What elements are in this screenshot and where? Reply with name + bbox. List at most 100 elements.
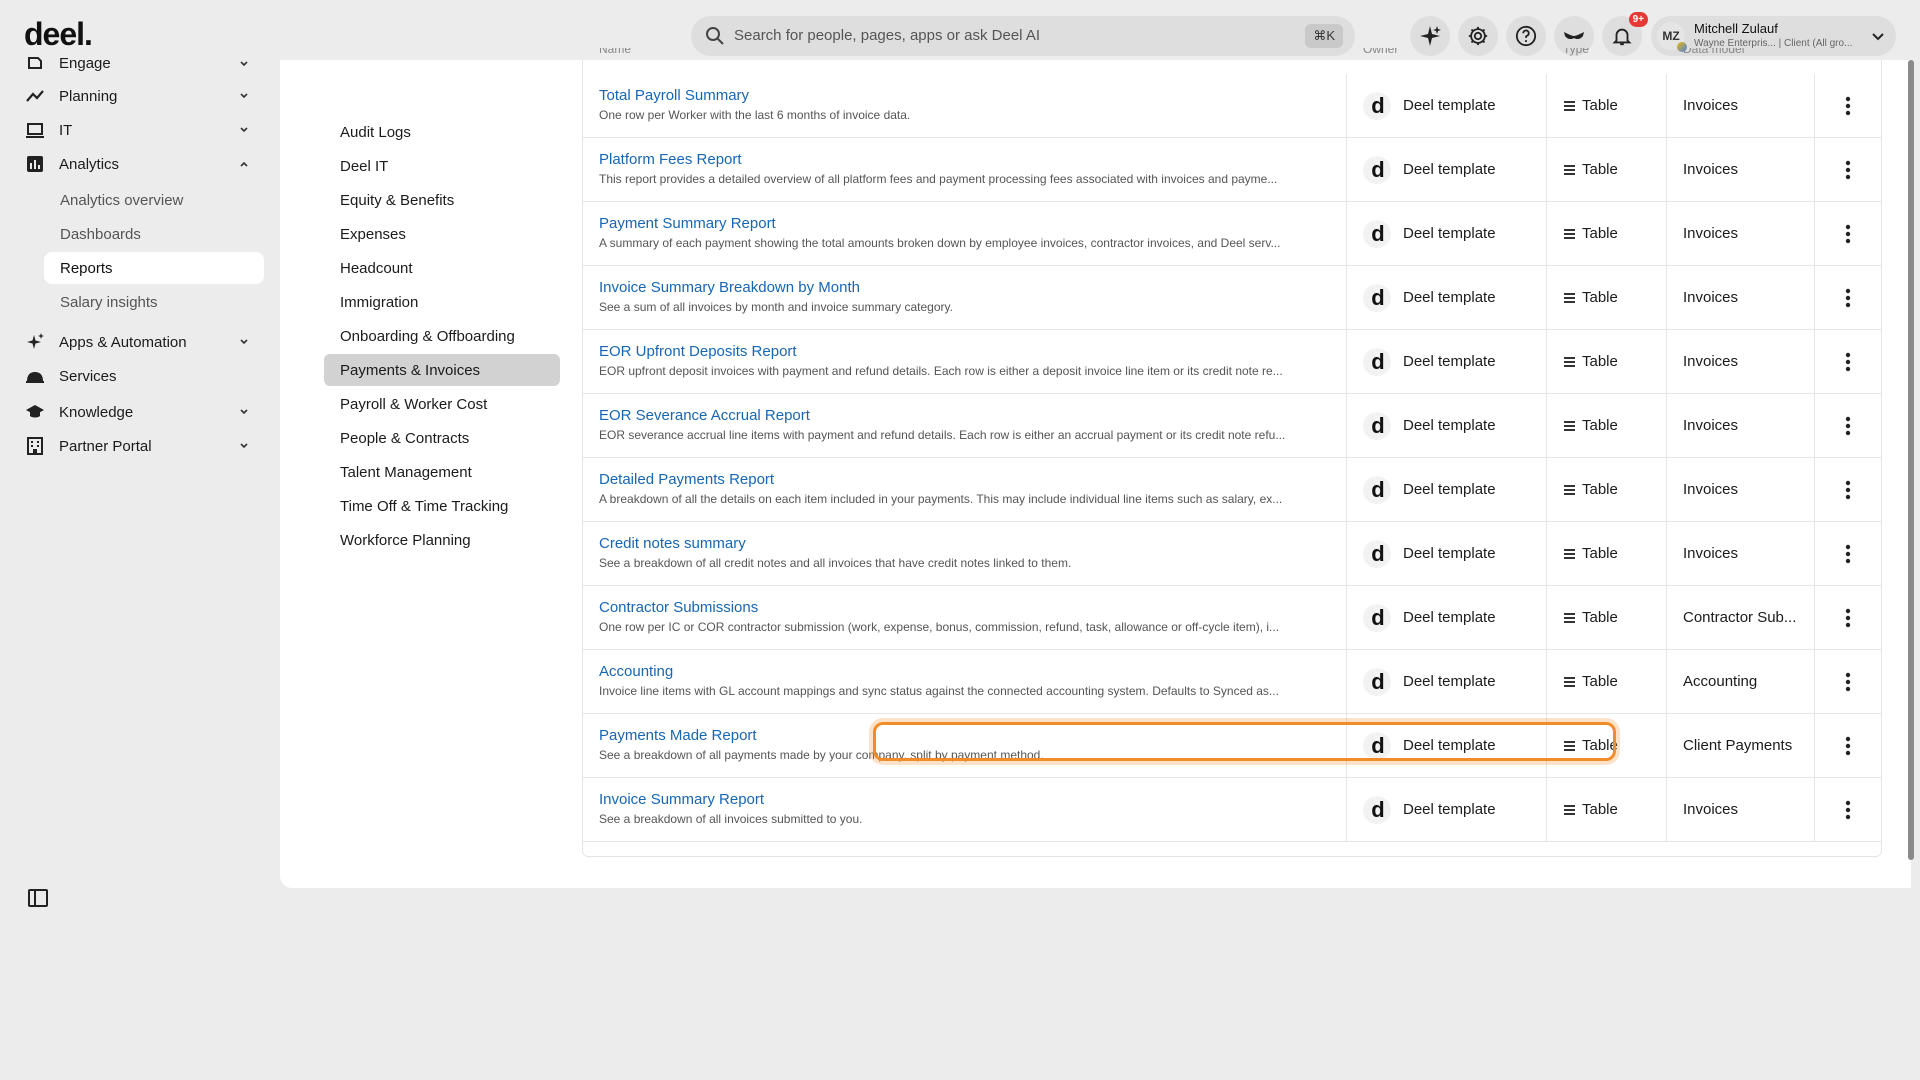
- owner-label: Deel template: [1403, 673, 1496, 690]
- table-list-icon: [1564, 293, 1575, 303]
- cell-actions: [1815, 586, 1881, 650]
- cell-owner: d Deel template: [1347, 522, 1547, 586]
- category-payroll-worker-cost[interactable]: Payroll & Worker Cost: [324, 388, 560, 420]
- report-title-link[interactable]: Invoice Summary Report: [599, 791, 764, 808]
- sidebar-item-knowledge[interactable]: Knowledge: [24, 398, 254, 426]
- column-header-owner[interactable]: Owner: [1363, 48, 1398, 56]
- sidebar-subitem-reports[interactable]: Reports: [44, 252, 264, 284]
- table-row[interactable]: Contractor Submissions One row per IC or …: [583, 586, 1881, 650]
- bell-icon: [1612, 28, 1632, 46]
- category-expenses[interactable]: Expenses: [324, 218, 560, 250]
- table-row[interactable]: Invoice Summary Breakdown by Month See a …: [583, 266, 1881, 330]
- report-title-link[interactable]: Detailed Payments Report: [599, 471, 774, 488]
- column-header-data-model[interactable]: Data model: [1683, 48, 1744, 56]
- deel-logo[interactable]: deel.: [24, 16, 93, 53]
- category-talent-management[interactable]: Talent Management: [324, 456, 560, 488]
- more-vertical-icon[interactable]: [1841, 286, 1855, 310]
- more-vertical-icon[interactable]: [1841, 670, 1855, 694]
- sidebar-item-label: Engage: [59, 54, 111, 72]
- type-label: Table: [1582, 737, 1618, 754]
- report-title-link[interactable]: Platform Fees Report: [599, 151, 742, 168]
- deel-owner-logo: d: [1363, 92, 1391, 120]
- scrollbar-thumb[interactable]: [1908, 60, 1914, 860]
- sidebar-item-partner-portal[interactable]: Partner Portal: [24, 432, 254, 460]
- table-list-icon: [1564, 229, 1575, 239]
- more-vertical-icon[interactable]: [1841, 478, 1855, 502]
- chevron-down-icon: [240, 127, 248, 133]
- cell-type: Table: [1547, 202, 1667, 266]
- sidebar-subitem-salary-insights[interactable]: Salary insights: [44, 286, 264, 318]
- owner-label: Deel template: [1403, 161, 1496, 178]
- report-title-link[interactable]: Total Payroll Summary: [599, 87, 749, 104]
- cell-actions: [1815, 138, 1881, 202]
- category-immigration[interactable]: Immigration: [324, 286, 560, 318]
- report-title-link[interactable]: EOR Severance Accrual Report: [599, 407, 810, 424]
- type-label: Table: [1582, 289, 1618, 306]
- report-description: Invoice line items with GL account mappi…: [599, 684, 1279, 698]
- sidebar-item-label: Apps & Automation: [59, 333, 187, 351]
- sidebar-item-engage[interactable]: Engage: [24, 50, 254, 76]
- table-row[interactable]: Total Payroll Summary One row per Worker …: [583, 74, 1881, 138]
- sidebar-subitem-dashboards[interactable]: Dashboards: [44, 218, 264, 250]
- more-vertical-icon[interactable]: [1841, 606, 1855, 630]
- sidebar-subitem-analytics-overview[interactable]: Analytics overview: [44, 184, 264, 216]
- more-vertical-icon[interactable]: [1841, 350, 1855, 374]
- category-deel-it[interactable]: Deel IT: [324, 150, 560, 182]
- category-headcount[interactable]: Headcount: [324, 252, 560, 284]
- sidebar-item-analytics[interactable]: Analytics: [24, 150, 254, 178]
- sidebar-item-services[interactable]: Services: [24, 362, 254, 390]
- report-title-link[interactable]: Payment Summary Report: [599, 215, 776, 232]
- sidebar-item-planning[interactable]: Planning: [24, 82, 254, 110]
- more-vertical-icon[interactable]: [1841, 542, 1855, 566]
- cell-type: Table: [1547, 138, 1667, 202]
- data-model-label: Invoices: [1683, 353, 1739, 370]
- cell-actions: [1815, 394, 1881, 458]
- table-row[interactable]: EOR Severance Accrual Report EOR severanc…: [583, 394, 1881, 458]
- deel-owner-logo: d: [1363, 220, 1391, 248]
- category-onboarding-offboarding[interactable]: Onboarding & Offboarding: [324, 320, 560, 352]
- category-people-contracts[interactable]: People & Contracts: [324, 422, 560, 454]
- scrollbar[interactable]: [1907, 60, 1915, 882]
- more-vertical-icon[interactable]: [1841, 414, 1855, 438]
- cell-name: EOR Severance Accrual Report EOR severanc…: [583, 394, 1347, 458]
- column-header-name[interactable]: Name: [599, 48, 631, 56]
- more-vertical-icon[interactable]: [1841, 158, 1855, 182]
- help-icon: [1515, 25, 1537, 47]
- more-vertical-icon[interactable]: [1841, 798, 1855, 822]
- search-placeholder[interactable]: Search for people, pages, apps or ask De…: [734, 27, 1040, 44]
- more-vertical-icon[interactable]: [1841, 94, 1855, 118]
- column-header-type[interactable]: Type: [1563, 48, 1589, 56]
- cell-actions: [1815, 650, 1881, 714]
- cell-owner: d Deel template: [1347, 74, 1547, 138]
- more-vertical-icon[interactable]: [1841, 222, 1855, 246]
- report-title-link[interactable]: Payments Made Report: [599, 727, 757, 744]
- cell-data-model: Invoices: [1667, 458, 1815, 522]
- report-description: One row per Worker with the last 6 month…: [599, 108, 911, 122]
- category-payments-invoices[interactable]: Payments & Invoices: [324, 354, 560, 386]
- sidebar-item-it[interactable]: IT: [24, 116, 254, 144]
- report-title-link[interactable]: Accounting: [599, 663, 673, 680]
- table-row[interactable]: EOR Upfront Deposits Report EOR upfront d…: [583, 330, 1881, 394]
- category-workforce-planning[interactable]: Workforce Planning: [324, 524, 560, 556]
- table-row[interactable]: Platform Fees Report This report provides…: [583, 138, 1881, 202]
- table-row[interactable]: Accounting Invoice line items with GL acc…: [583, 650, 1881, 714]
- report-title-link[interactable]: Invoice Summary Breakdown by Month: [599, 279, 860, 296]
- table-list-icon: [1564, 549, 1575, 559]
- report-title-link[interactable]: EOR Upfront Deposits Report: [599, 343, 797, 360]
- table-row[interactable]: Payment Summary Report A summary of each …: [583, 202, 1881, 266]
- category-time-off-time-tracking[interactable]: Time Off & Time Tracking: [324, 490, 560, 522]
- table-row[interactable]: Payments Made Report See a breakdown of a…: [583, 714, 1881, 778]
- chevron-down-icon: [240, 93, 248, 99]
- sidebar-item-apps-automation[interactable]: Apps & Automation: [24, 328, 254, 356]
- table-row[interactable]: Invoice Summary Report See a breakdown of…: [583, 778, 1881, 842]
- owner-label: Deel template: [1403, 97, 1496, 114]
- report-title-link[interactable]: Contractor Submissions: [599, 599, 758, 616]
- table-row[interactable]: Detailed Payments Report A breakdown of a…: [583, 458, 1881, 522]
- more-vertical-icon[interactable]: [1841, 734, 1855, 758]
- category-audit-logs[interactable]: Audit Logs: [324, 116, 560, 148]
- report-title-link[interactable]: Credit notes summary: [599, 535, 746, 552]
- category-equity-benefits[interactable]: Equity & Benefits: [324, 184, 560, 216]
- cell-data-model: Accounting: [1667, 650, 1815, 714]
- table-row[interactable]: Credit notes summary See a breakdown of a…: [583, 522, 1881, 586]
- sidebar-collapse-icon[interactable]: [28, 888, 48, 908]
